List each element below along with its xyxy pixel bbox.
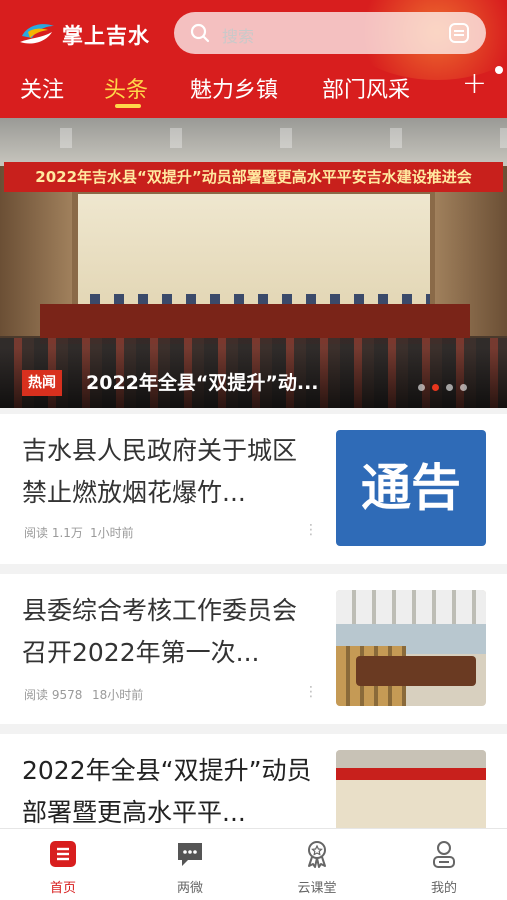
scan-icon[interactable] (448, 22, 470, 44)
article-title[interactable]: 2022年全县“双提升”动员部署暨更高水平平... (22, 750, 312, 828)
carousel-indicator (418, 384, 468, 392)
nav-mine[interactable]: 我的 (381, 829, 507, 900)
nav-home-label: 首页 (49, 881, 76, 896)
search-placeholder: 搜索 (222, 27, 255, 46)
nav-cloud-class-label: 云课堂 (297, 881, 337, 896)
nav-cloud-class[interactable]: 云课堂 (254, 829, 380, 900)
carousel-dot-active[interactable] (432, 384, 439, 391)
more-options-icon[interactable]: ⋮ (304, 522, 318, 538)
featured-banner[interactable]: 2022年吉水县“双提升”动员部署暨更高水平平安吉水建设推进会 热闻 2022年… (0, 118, 507, 408)
nav-mine-label: 我的 (430, 881, 457, 896)
tab-charming-towns[interactable]: 魅力乡镇 (190, 72, 278, 104)
tab-department-style[interactable]: 部门风采 (322, 72, 410, 104)
tab-follow[interactable]: 关注 (20, 72, 64, 104)
article-read-count: 阅读 9578 (24, 688, 83, 702)
add-channel-button[interactable]: + (462, 66, 487, 101)
carousel-dot[interactable] (446, 384, 453, 391)
thumbnail-ceiling (336, 590, 486, 624)
thumbnail-slogan-strip (336, 768, 486, 780)
carousel-dot[interactable] (418, 384, 425, 391)
hot-news-badge: 热闻 (22, 370, 62, 396)
news-list-item[interactable]: 县委综合考核工作委员会召开2022年第一次... 阅读 9578 18小时前 ⋮ (0, 574, 507, 724)
article-read-count: 阅读 1.1万 (24, 526, 83, 540)
banner-photo-slogan: 2022年吉水县“双提升”动员部署暨更高水平平安吉水建设推进会 (4, 162, 503, 192)
news-list-item[interactable]: 吉水县人民政府关于城区禁止燃放烟花爆竹... 阅读 1.1万 1小时前 ⋮ 通告 (0, 414, 507, 564)
nav-weibo-wechat-label: 两微 (176, 881, 203, 896)
tab-headlines[interactable]: 头条 (104, 72, 148, 104)
medal-icon (308, 841, 326, 868)
top-bar: 掌上吉水 搜索 (0, 6, 507, 60)
nav-weibo-wechat[interactable]: 两微 (127, 829, 253, 900)
channel-tabs: 关注 头条 魅力乡镇 部门风采 (0, 62, 507, 114)
thumbnail-ceiling (336, 750, 486, 768)
app-name: 掌上吉水 (62, 24, 150, 48)
banner-photo-lights (0, 128, 507, 148)
news-list-item[interactable]: 2022年全县“双提升”动员部署暨更高水平平... (0, 734, 507, 828)
carousel-dot[interactable] (460, 384, 467, 391)
article-title[interactable]: 吉水县人民政府关于城区禁止燃放烟花爆竹... (22, 430, 312, 514)
article-time: 1小时前 (90, 526, 134, 540)
article-title[interactable]: 县委综合考核工作委员会召开2022年第一次... (22, 590, 312, 674)
app-logo-icon (20, 24, 54, 44)
banner-title[interactable]: 2022年全县“双提升”动... (86, 370, 319, 396)
article-thumbnail-meeting[interactable] (336, 590, 486, 706)
search-icon (190, 23, 210, 43)
bottom-navigation: 首页 两微 云课堂 我的 (0, 828, 507, 900)
active-tab-indicator (115, 104, 141, 108)
nav-home[interactable]: 首页 (0, 829, 126, 900)
user-icon (433, 841, 455, 868)
article-thumbnail-notice[interactable]: 通告 (336, 430, 486, 546)
home-icon (50, 841, 76, 867)
article-time: 18小时前 (92, 688, 144, 702)
more-options-icon[interactable]: ⋮ (304, 684, 318, 700)
article-thumbnail-conference[interactable] (336, 750, 486, 828)
search-bar[interactable]: 搜索 (174, 12, 486, 54)
app-header: 掌上吉水 搜索 关注 头条 魅力乡镇 部门风采 + (0, 0, 507, 118)
thumbnail-table (356, 656, 476, 686)
notice-thumbnail-text: 通告 (361, 458, 461, 517)
chat-icon (178, 843, 202, 866)
banner-photo-screen (78, 194, 430, 304)
notification-dot (495, 66, 503, 74)
